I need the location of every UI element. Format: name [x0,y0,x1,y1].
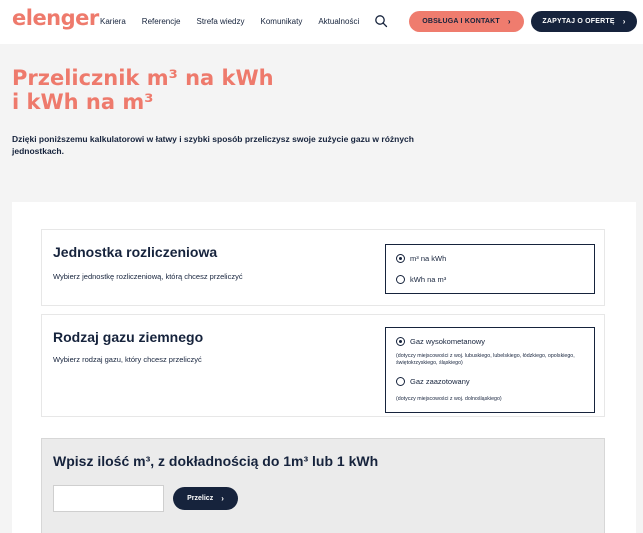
quantity-input[interactable] [53,485,164,512]
calculate-button[interactable]: Przelicz › [173,487,238,510]
gas-option-nitrogen[interactable]: Gaz zaazotowany [396,377,470,386]
chevron-right-icon: › [622,17,626,26]
ask-offer-button[interactable]: Zapytaj o ofertę › [531,11,637,32]
unit-option-label: m³ na kWh [410,254,447,263]
quantity-entry-title: Wpisz ilość m³, z dokładnością do 1m³ lu… [53,453,379,469]
gas-type-options-box: Gaz wysokometanowy (dotyczy miejscowości… [385,327,595,413]
page-title: Przelicznik m³ na kWh i kWh na m³ [12,66,274,114]
ask-offer-label: Zapytaj o ofertę [542,18,615,25]
main-nav: Kariera Referencje Strefa wiedzy Komunik… [100,17,375,26]
unit-section-description: Wybierz jednostkę rozliczeniową, którą c… [53,272,243,281]
search-icon[interactable] [374,14,388,28]
nav-link-referencje[interactable]: Referencje [142,17,181,26]
gas-option-high-methane[interactable]: Gaz wysokometanowy [396,337,485,346]
nav-link-aktualnosci[interactable]: Aktualności [318,17,359,26]
nav-link-strefa-wiedzy[interactable]: Strefa wiedzy [196,17,244,26]
page-description: Dzięki poniższemu kalkulatorowi w łatwy … [12,134,414,156]
nav-link-kariera[interactable]: Kariera [100,17,126,26]
service-contact-button[interactable]: Obsługa i kontakt › [409,11,524,32]
page-title-line-1: Przelicznik m³ na kWh [12,66,274,90]
radio-unchecked-icon[interactable] [396,275,405,284]
service-contact-label: Obsługa i kontakt [422,18,500,25]
chevron-right-icon: › [507,17,511,26]
gas-option-label: Gaz zaazotowany [410,377,470,386]
unit-options-box: m³ na kWh kWh na m³ [385,244,595,294]
page-title-line-2: i kWh na m³ [12,90,154,114]
calculate-button-label: Przelicz [187,495,214,502]
gas-option-note: (dotyczy miejscowości z woj. dolnośląski… [396,396,502,402]
calculator-card: Jednostka rozliczeniowa Wybierz jednostk… [12,202,636,533]
site-header: elenger Kariera Referencje Strefa wiedzy… [0,0,643,44]
unit-option-label: kWh na m³ [410,275,447,284]
radio-checked-icon[interactable] [396,337,405,346]
unit-section: Jednostka rozliczeniowa Wybierz jednostk… [41,229,605,306]
radio-unchecked-icon[interactable] [396,377,405,386]
elenger-logo[interactable]: elenger [12,6,99,30]
radio-checked-icon[interactable] [396,254,405,263]
gas-type-section-description: Wybierz rodzaj gazu, który chcesz przeli… [53,355,202,364]
gas-type-section-title: Rodzaj gazu ziemnego [53,329,204,345]
unit-option-m3-kwh[interactable]: m³ na kWh [396,254,446,263]
unit-section-title: Jednostka rozliczeniowa [53,244,218,260]
nav-link-komunikaty[interactable]: Komunikaty [261,17,303,26]
gas-type-section: Rodzaj gazu ziemnego Wybierz rodzaj gazu… [41,314,605,417]
unit-option-kwh-m3[interactable]: kWh na m³ [396,275,446,284]
quantity-entry-section: Wpisz ilość m³, z dokładnością do 1m³ lu… [41,438,605,533]
chevron-right-icon: › [221,494,224,503]
gas-option-label: Gaz wysokometanowy [410,337,486,346]
gas-option-note: (dotyczy miejscowości z woj. lubuskiego,… [396,353,575,366]
